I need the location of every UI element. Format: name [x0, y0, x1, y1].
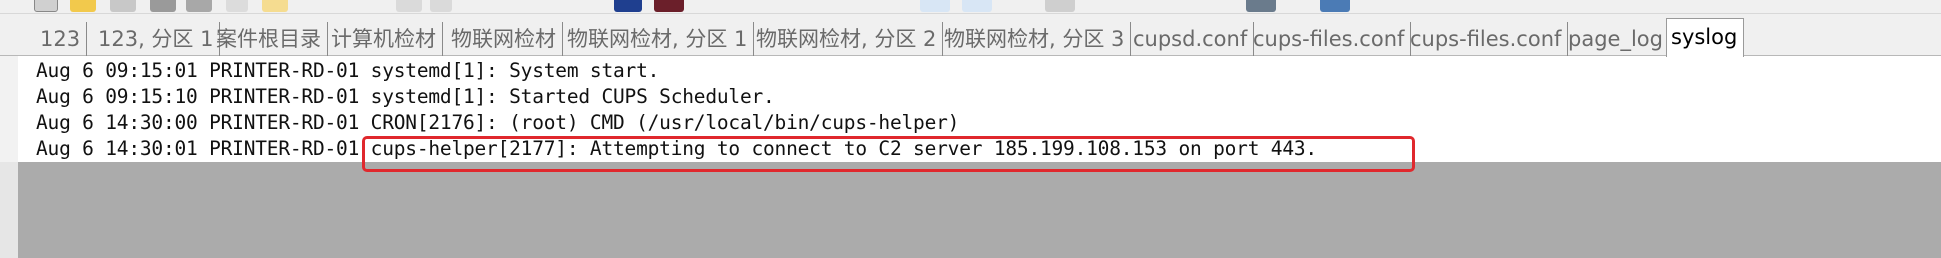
- drive-icon[interactable]: [150, 0, 176, 12]
- document-icon[interactable]: [226, 0, 248, 12]
- tab-iot-evidence-partition-2[interactable]: 物联网检材, 分区 2: [752, 22, 944, 56]
- paste-icon[interactable]: [430, 0, 452, 12]
- gear-icon[interactable]: [1320, 0, 1350, 12]
- copy-icon[interactable]: [396, 0, 422, 12]
- pointer-icon[interactable]: [34, 0, 58, 12]
- log-line: Aug 6 09:15:01 PRINTER-RD-01 systemd[1]:…: [36, 59, 660, 82]
- tab-computer-evidence[interactable]: 计算机检材: [327, 22, 443, 56]
- tab-123[interactable]: 123: [36, 22, 88, 56]
- tab-bar: 123 123, 分区 1 案件根目录 计算机检材 物联网检材 物联网检材, 分…: [0, 14, 1941, 57]
- tab-case-root[interactable]: 案件根目录: [212, 22, 328, 56]
- save-icon[interactable]: [110, 0, 136, 12]
- stack-icon[interactable]: [1045, 0, 1075, 12]
- tab-cups-files-conf-2[interactable]: cups-files.conf: [1406, 22, 1569, 56]
- empty-pane: [0, 162, 1941, 258]
- tab-cupsd-conf[interactable]: cupsd.conf: [1129, 22, 1255, 56]
- log-line: Aug 6 09:15:10 PRINTER-RD-01 systemd[1]:…: [36, 85, 775, 108]
- folder-icon[interactable]: [70, 0, 96, 12]
- tab-123-partition-1[interactable]: 123, 分区 1: [94, 22, 221, 56]
- tab-iot-evidence[interactable]: 物联网检材: [447, 22, 563, 56]
- back-arrow-icon[interactable]: [920, 0, 950, 12]
- log-line: Aug 6 14:30:00 PRINTER-RD-01 CRON[2176]:…: [36, 111, 960, 134]
- forward-arrow-icon[interactable]: [962, 0, 992, 12]
- drive-image-icon[interactable]: [186, 0, 212, 12]
- tab-cups-files-conf[interactable]: cups-files.conf: [1249, 22, 1412, 56]
- tab-syslog[interactable]: syslog: [1666, 18, 1745, 57]
- settings-icon[interactable]: [1246, 0, 1276, 12]
- hex-view-icon[interactable]: [654, 0, 684, 12]
- toolbar: [0, 0, 1941, 14]
- highlight-box: [362, 136, 1415, 172]
- folder-open-icon[interactable]: [262, 0, 288, 12]
- tab-iot-evidence-partition-1[interactable]: 物联网检材, 分区 1: [563, 22, 755, 56]
- binoculars-icon[interactable]: [614, 0, 642, 12]
- tab-iot-evidence-partition-3[interactable]: 物联网检材, 分区 3: [940, 22, 1132, 56]
- tab-page-log[interactable]: page_log: [1564, 22, 1670, 56]
